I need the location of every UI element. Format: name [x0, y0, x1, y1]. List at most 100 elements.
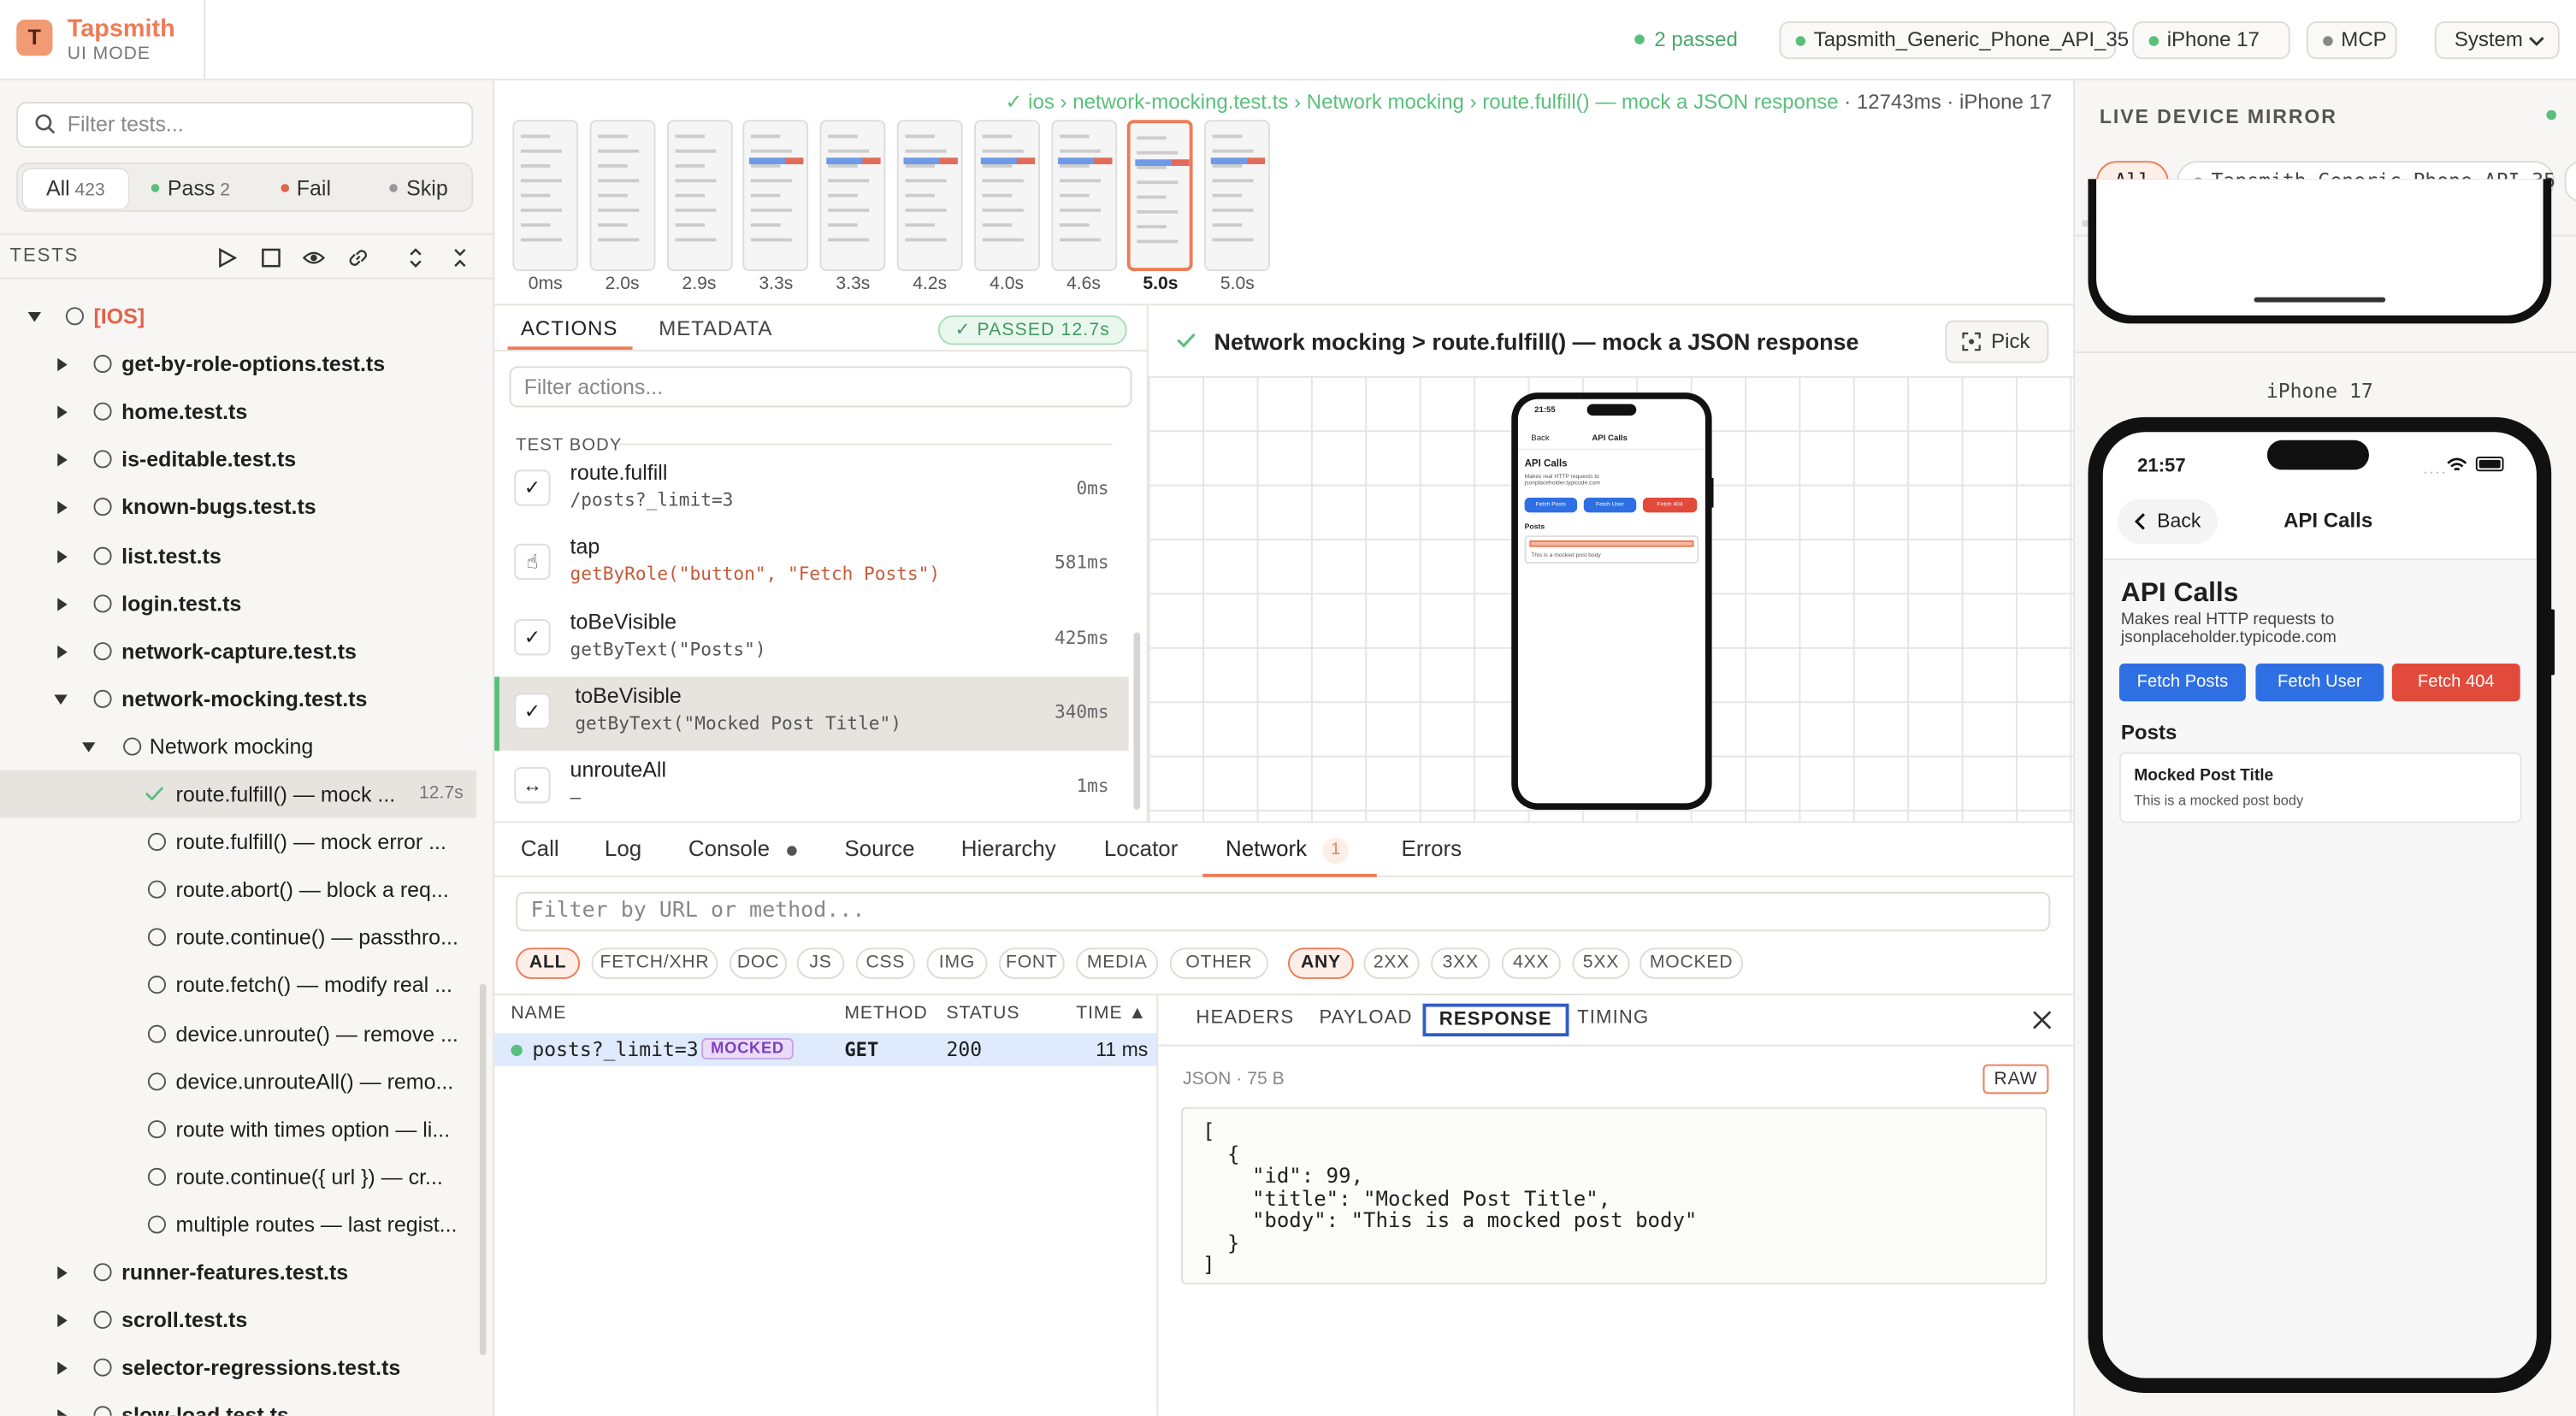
status-chip-3xx[interactable]: 3XX: [1431, 947, 1491, 979]
col-status[interactable]: STATUS: [946, 1004, 1019, 1024]
pick-button[interactable]: Pick: [1945, 320, 2049, 363]
tree-item[interactable]: home.test.ts: [0, 388, 476, 436]
status-chip-any[interactable]: ANY: [1288, 947, 1354, 979]
action-scrollbar[interactable]: [1133, 632, 1141, 811]
status-chip-2xx[interactable]: 2XX: [1363, 947, 1420, 979]
caret-right-icon[interactable]: [57, 1409, 68, 1416]
tree-item[interactable]: multiple routes — last regist...: [0, 1201, 476, 1248]
network-filter-input[interactable]: Filter by URL or method...: [516, 892, 2051, 932]
tab-console[interactable]: Console: [688, 836, 770, 861]
tab-errors[interactable]: Errors: [1402, 836, 1462, 861]
collapse-all-icon[interactable]: [448, 246, 471, 269]
table-row[interactable]: posts?_limit=3 MOCKED GET 200 11 ms: [494, 1033, 1157, 1066]
filmstrip-thumb[interactable]: [743, 120, 809, 271]
tree-item[interactable]: slow-load.test.ts: [0, 1392, 476, 1416]
caret-right-icon[interactable]: [57, 453, 68, 468]
stop-icon[interactable]: [260, 246, 283, 269]
caret-right-icon[interactable]: [57, 501, 68, 515]
filter-chip-font[interactable]: FONT: [998, 947, 1065, 979]
filmstrip-thumb[interactable]: [1050, 120, 1117, 271]
theme-select[interactable]: System: [2434, 21, 2560, 60]
tree-item[interactable]: network-mocking.test.ts: [0, 675, 476, 723]
col-method[interactable]: METHOD: [844, 1004, 927, 1024]
phone-selector[interactable]: iPhone 17: [2132, 21, 2290, 60]
tree-item[interactable]: device.unroute() — remove ...: [0, 1009, 476, 1057]
test-search-input[interactable]: Filter tests...: [16, 102, 474, 148]
filter-chip-media[interactable]: MEDIA: [1076, 947, 1159, 979]
tree-item[interactable]: list.test.ts: [0, 531, 476, 579]
filmstrip-thumb[interactable]: [819, 120, 886, 271]
link-icon[interactable]: [346, 246, 369, 269]
tree-item[interactable]: [IOS]: [0, 292, 476, 340]
caret-down-icon[interactable]: [82, 742, 96, 752]
filmstrip-thumb[interactable]: [666, 120, 732, 271]
filmstrip-thumb[interactable]: [512, 120, 579, 271]
filmstrip-thumb[interactable]: [1204, 120, 1271, 271]
tree-item[interactable]: scroll.test.ts: [0, 1296, 476, 1344]
tree-item[interactable]: get-by-role-options.test.ts: [0, 340, 476, 388]
tree-item[interactable]: known-bugs.test.ts: [0, 484, 476, 532]
action-row[interactable]: ☝ tap getByRole("button", "Fetch Posts") 58…: [494, 528, 1128, 601]
caret-right-icon[interactable]: [57, 1313, 68, 1328]
filter-chip-fetchxhr[interactable]: FETCH/XHR: [591, 947, 718, 979]
tree-item[interactable]: route.fulfill() — mock error ...: [0, 818, 476, 866]
tab-call[interactable]: Call: [521, 836, 559, 861]
device-screen[interactable]: 21:57 ···· Back API Calls API Calls Make…: [2102, 432, 2537, 1378]
caret-down-icon[interactable]: [54, 694, 68, 705]
tab-locator[interactable]: Locator: [1104, 836, 1179, 861]
col-name[interactable]: NAME: [511, 1004, 566, 1024]
tab-response[interactable]: RESPONSE: [1422, 1003, 1569, 1037]
back-button[interactable]: Back: [2118, 499, 2219, 544]
tree-item[interactable]: is-editable.test.ts: [0, 436, 476, 484]
tree-item[interactable]: route.continue({ url }) — cr...: [0, 1153, 476, 1201]
mcp-button[interactable]: MCP: [2306, 21, 2397, 60]
tree-item[interactable]: route.fulfill() — mock ... 12.7s: [0, 770, 477, 818]
filter-fail[interactable]: Fail: [253, 169, 358, 209]
filter-chip-all[interactable]: ALL: [516, 947, 581, 979]
caret-down-icon[interactable]: [27, 311, 42, 322]
fetch-user-button[interactable]: Fetch User: [2255, 664, 2384, 702]
filter-chip-doc[interactable]: DOC: [729, 947, 788, 979]
filter-chip-js[interactable]: JS: [796, 947, 845, 979]
filmstrip-thumb[interactable]: [589, 120, 656, 271]
filter-chip-other[interactable]: OTHER: [1169, 947, 1268, 979]
action-row[interactable]: ✓ toBeVisible getByText("Posts") 425ms: [494, 602, 1128, 676]
tab-actions[interactable]: ACTIONS: [521, 317, 617, 340]
tree-item[interactable]: runner-features.test.ts: [0, 1248, 476, 1296]
filter-all[interactable]: All 423: [22, 168, 128, 209]
tree-item[interactable]: route.continue() — passthro...: [0, 914, 476, 962]
caret-right-icon[interactable]: [57, 357, 68, 372]
status-chip-4xx[interactable]: 4XX: [1501, 947, 1561, 979]
expand-all-icon[interactable]: [405, 246, 428, 269]
filter-chip-img[interactable]: IMG: [926, 947, 988, 979]
tab-source[interactable]: Source: [844, 836, 914, 861]
tree-item[interactable]: network-capture.test.ts: [0, 627, 476, 675]
filmstrip-thumb[interactable]: [896, 120, 963, 271]
status-chip-mocked[interactable]: MOCKED: [1640, 947, 1744, 979]
tree-item[interactable]: route.fetch() — modify real ...: [0, 961, 476, 1009]
tree-item[interactable]: Network mocking: [0, 723, 476, 770]
col-time[interactable]: TIME ▲: [1076, 1004, 1147, 1024]
tree-item[interactable]: login.test.ts: [0, 579, 476, 627]
action-filter-input[interactable]: Filter actions...: [509, 366, 1132, 408]
tree-item[interactable]: route with times option — li...: [0, 1105, 476, 1153]
run-icon[interactable]: [216, 246, 239, 269]
filter-pass[interactable]: Pass 2: [138, 169, 243, 209]
fetch-404-button[interactable]: Fetch 404: [2391, 664, 2520, 702]
fetch-posts-button[interactable]: Fetch Posts: [2118, 664, 2246, 702]
close-icon[interactable]: [2032, 1010, 2052, 1030]
filmstrip-thumb[interactable]: [1127, 120, 1194, 271]
sidebar-scrollbar[interactable]: [479, 983, 487, 1355]
caret-right-icon[interactable]: [57, 549, 68, 563]
filter-chip-css[interactable]: CSS: [855, 947, 915, 979]
caret-right-icon[interactable]: [57, 597, 68, 611]
eye-icon[interactable]: [302, 246, 326, 269]
caret-right-icon[interactable]: [57, 405, 68, 420]
device-selector[interactable]: Tapsmith_Generic_Phone_API_35: [1779, 21, 2129, 60]
filmstrip-thumb[interactable]: [973, 120, 1040, 271]
post-card[interactable]: Mocked Post Title This is a mocked post …: [2118, 752, 2522, 823]
caret-right-icon[interactable]: [57, 1266, 68, 1280]
filter-skip[interactable]: Skip: [366, 169, 471, 209]
tab-metadata[interactable]: METADATA: [659, 317, 772, 340]
tab-timing[interactable]: TIMING: [1577, 1008, 1649, 1028]
